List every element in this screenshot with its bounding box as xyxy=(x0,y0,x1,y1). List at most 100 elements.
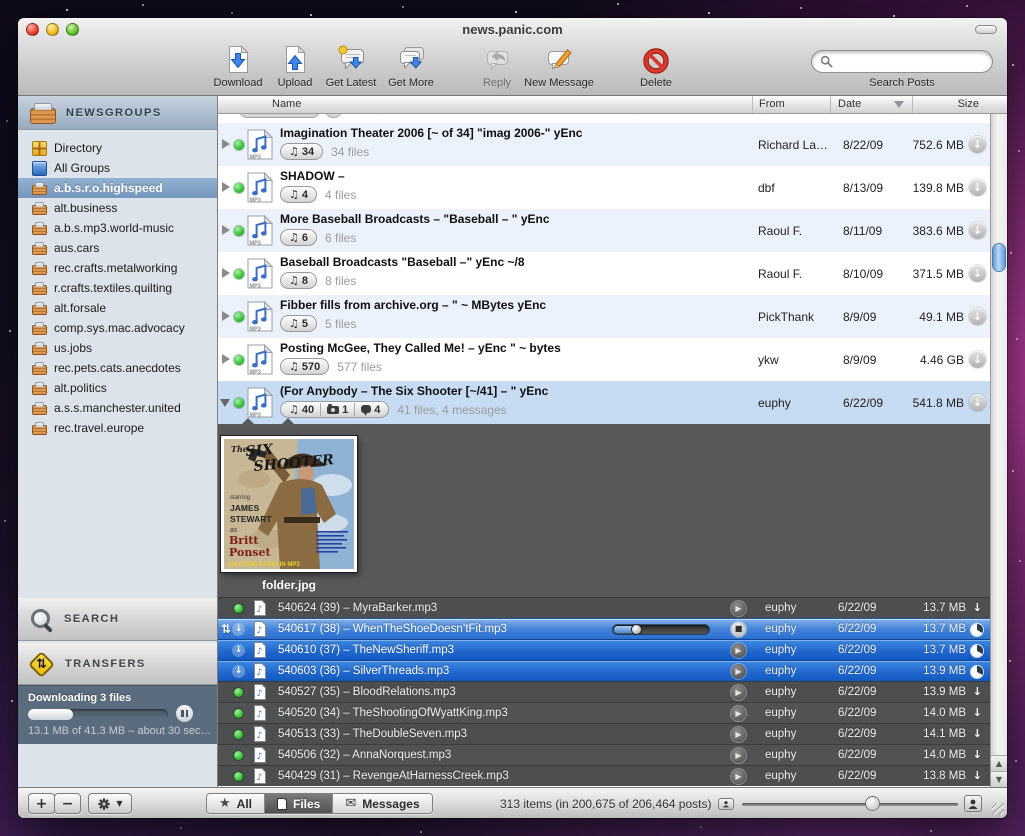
play-button[interactable]: ▶ xyxy=(731,664,746,679)
disclosure-triangle[interactable] xyxy=(222,182,230,192)
disclosure-triangle[interactable] xyxy=(222,268,230,278)
scroll-down-arrow[interactable]: ▼ xyxy=(991,771,1007,787)
attachment-count-badge: ♫8 xyxy=(280,272,317,289)
scroll-up-arrow[interactable]: ▲ xyxy=(991,755,1007,771)
thread-row[interactable]: MP3 Fibber fills from archive.org – " ~ … xyxy=(218,295,990,338)
sidebar-item-aus-cars[interactable]: aus.cars xyxy=(18,238,217,258)
sidebar-item-label: us.jobs xyxy=(54,341,92,355)
thread-row[interactable]: MP3 Baseball Broadcasts "Baseball –" yEn… xyxy=(218,252,990,295)
sidebar-item-rec-travel-europe[interactable]: rec.travel.europe xyxy=(18,418,217,438)
delete-button[interactable]: Delete xyxy=(619,44,693,89)
sidebar-item-a-b-s-mp3-world-music[interactable]: a.b.s.mp3.world-music xyxy=(18,218,217,238)
file-row[interactable]: ⇅ ↓ ♪ 540610 (37) – TheNewSheriff.mp3 ▶ … xyxy=(218,639,990,660)
file-row[interactable]: ⇅ ↓ ♪ 540617 (38) – WhenTheShoeDoesn’tFi… xyxy=(218,618,990,639)
resize-grip[interactable] xyxy=(992,803,1004,815)
play-button[interactable]: ▶ xyxy=(731,727,746,742)
sidebar-section-search[interactable]: SEARCH xyxy=(18,597,217,641)
play-button[interactable]: ▶ xyxy=(731,706,746,721)
app-window: news.panic.com Download Upload xyxy=(18,18,1007,818)
get-more-button[interactable]: Get More xyxy=(374,44,448,89)
file-from: euphy xyxy=(765,644,796,656)
pause-button[interactable] xyxy=(176,705,193,722)
new-message-button[interactable]: New Message xyxy=(522,44,596,89)
sidebar-section-newsgroups[interactable]: NEWSGROUPS xyxy=(18,96,217,130)
play-button[interactable]: ▶ xyxy=(731,685,746,700)
zoom-out-icon[interactable] xyxy=(718,798,734,810)
sidebar-section-transfers[interactable]: TRANSFERS xyxy=(18,642,217,685)
column-name[interactable]: Name xyxy=(272,98,301,110)
sidebar-item-alt-politics[interactable]: alt.politics xyxy=(18,378,217,398)
play-button[interactable]: ▶ xyxy=(731,601,746,616)
download-thread-button[interactable]: ↓ xyxy=(969,222,986,239)
group-icon xyxy=(32,285,47,295)
sidebar-item-alt-forsale[interactable]: alt.forsale xyxy=(18,298,217,318)
disclosure-triangle[interactable] xyxy=(222,311,230,321)
column-date[interactable]: Date xyxy=(838,98,861,110)
download-thread-button[interactable]: ↓ xyxy=(969,351,986,368)
file-row[interactable]: ⇅ ↓ ♪ 540603 (36) – SilverThreads.mp3 ▶ … xyxy=(218,660,990,681)
download-thread-button[interactable]: ↓ xyxy=(969,265,986,282)
sidebar-item-directory[interactable]: Directory xyxy=(18,138,217,158)
sidebar-item-alt-business[interactable]: alt.business xyxy=(18,198,217,218)
zoom-slider-track[interactable] xyxy=(742,803,958,806)
titlebar[interactable]: news.panic.com xyxy=(18,18,1007,40)
column-from[interactable]: From xyxy=(759,98,785,110)
thread-row[interactable]: MP3 More Baseball Broadcasts – "Baseball… xyxy=(218,209,990,252)
status-bar: + − ▼ ★AllFiles✉Messages 313 items (in 2… xyxy=(18,787,1007,818)
play-button[interactable]: ▶ xyxy=(731,769,746,784)
remove-button[interactable]: − xyxy=(54,793,81,814)
seek-slider[interactable] xyxy=(613,625,709,634)
scrollbar-thumb[interactable] xyxy=(993,244,1005,271)
sidebar-item-r-crafts-textiles-quilting[interactable]: r.crafts.textiles.quilting xyxy=(18,278,217,298)
thread-row[interactable]: MP3 Posting McGee, They Called Me! – yEn… xyxy=(218,338,990,381)
sidebar-item-a-s-s-manchester-united[interactable]: a.s.s.manchester.united xyxy=(18,398,217,418)
file-row[interactable]: ⇅ ↓ ♪ 540520 (34) – TheShootingOfWyattKi… xyxy=(218,702,990,723)
filter-segment-all[interactable]: ★All xyxy=(207,794,264,813)
svg-text:♪: ♪ xyxy=(257,710,263,720)
file-row[interactable]: ⇅ ↓ ♪ 540624 (39) – MyraBarker.mp3 ▶ ■ e… xyxy=(218,597,990,618)
sidebar-item-comp-sys-mac-advocacy[interactable]: comp.sys.mac.advocacy xyxy=(18,318,217,338)
sidebar-item-all-groups[interactable]: All Groups xyxy=(18,158,217,178)
file-from: euphy xyxy=(765,707,796,719)
thread-row[interactable]: MP3 (For Anybody – The Six Shooter [~/41… xyxy=(218,381,990,424)
disclosure-triangle[interactable] xyxy=(220,399,230,407)
column-header[interactable]: Name From Date Size xyxy=(218,96,1007,114)
complete-dot xyxy=(234,730,243,739)
stop-button[interactable]: ■ xyxy=(731,622,746,637)
thread-row[interactable]: MP3 SHADOW – ♫4 4 files dbf 8/13/09 139.… xyxy=(218,166,990,209)
sidebar-item-rec-pets-cats-anecdotes[interactable]: rec.pets.cats.anecdotes xyxy=(18,358,217,378)
column-size[interactable]: Size xyxy=(958,98,979,110)
sidebar-item-us-jobs[interactable]: us.jobs xyxy=(18,338,217,358)
search-input[interactable] xyxy=(811,50,993,73)
play-button[interactable]: ▶ xyxy=(731,748,746,763)
file-from: euphy xyxy=(765,749,796,761)
zoom-slider-thumb[interactable] xyxy=(866,797,879,810)
thread-row[interactable]: MP3 Imagination Theater 2006 [~ of 34] "… xyxy=(218,123,990,166)
zoom-in-icon[interactable] xyxy=(964,795,982,812)
file-row[interactable]: ⇅ ↓ ♪ 540513 (33) – TheDoubleSeven.mp3 ▶… xyxy=(218,723,990,744)
add-button[interactable]: + xyxy=(28,793,55,814)
play-button[interactable]: ▶ xyxy=(731,643,746,658)
vertical-scrollbar[interactable]: ▲ ▼ xyxy=(990,114,1007,787)
filter-segment-messages[interactable]: ✉Messages xyxy=(332,794,431,813)
attachment-thumbnail[interactable]: The SIX SHOOTER starring JAMES STEWART a… xyxy=(221,436,357,572)
action-menu-button[interactable]: ▼ xyxy=(88,793,132,814)
disclosure-triangle[interactable] xyxy=(222,139,230,149)
file-size: 13.9 MB xyxy=(923,686,966,698)
svg-text:STEWART: STEWART xyxy=(230,514,272,524)
download-thread-button[interactable]: ↓ xyxy=(969,394,986,411)
file-row[interactable]: ⇅ ↓ ♪ 540506 (32) – AnnaNorquest.mp3 ▶ ■… xyxy=(218,744,990,765)
download-thread-button[interactable]: ↓ xyxy=(969,179,986,196)
disclosure-triangle[interactable] xyxy=(222,225,230,235)
gear-icon xyxy=(97,797,111,811)
download-thread-button[interactable]: ↓ xyxy=(969,136,986,153)
file-row[interactable]: ⇅ ↓ ♪ 540527 (35) – BloodRelations.mp3 ▶… xyxy=(218,681,990,702)
sidebar-item-rec-crafts-metalworking[interactable]: rec.crafts.metalworking xyxy=(18,258,217,278)
comment-badge-icon xyxy=(361,405,371,413)
download-thread-button[interactable]: ↓ xyxy=(969,308,986,325)
filter-segment-files[interactable]: Files xyxy=(264,794,332,813)
disclosure-triangle[interactable] xyxy=(222,354,230,364)
file-row[interactable]: ⇅ ↓ ♪ 540429 (31) – RevengeAtHarnessCree… xyxy=(218,765,990,786)
sidebar-item-a-b-s-r-o-highspeed[interactable]: a.b.s.r.o.highspeed xyxy=(18,178,217,198)
toolbar-toggle-button[interactable] xyxy=(975,25,997,34)
